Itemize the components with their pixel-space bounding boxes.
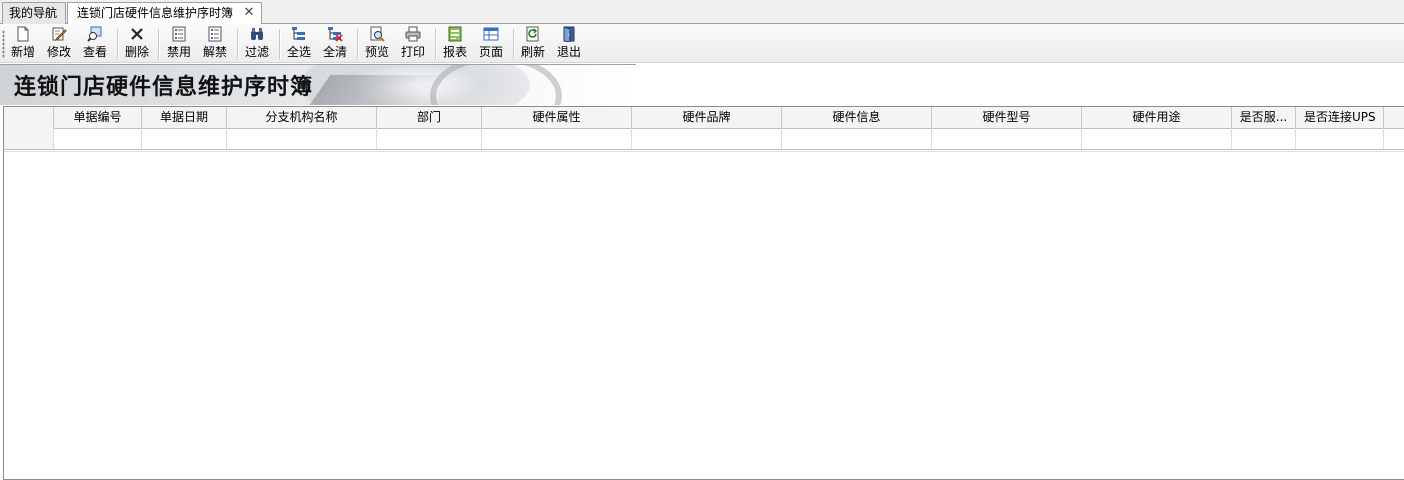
grid-footer-line [4,151,1404,152]
view-button[interactable]: 查看 [80,26,110,61]
tree-select-icon [291,26,307,42]
data-grid[interactable]: 单据编号 单据日期 分支机构名称 部门 硬件属性 硬件品牌 硬件信息 硬件型号 … [3,106,1404,480]
column-header[interactable]: 硬件属性 [482,107,632,128]
toolbar: 新增 修改 查看 删除 禁用 解禁 过滤 全选 全清 预览 打印 报表 页面 刷… [0,24,1404,63]
column-header[interactable]: 单据日期 [142,107,227,128]
column-header[interactable]: 部门 [377,107,482,128]
refresh-label: 刷新 [520,45,545,59]
report-icon [447,26,463,42]
grid-cell[interactable] [482,128,632,149]
tab-label: 连锁门店硬件信息维护序时簿 [77,6,234,20]
grid-cell[interactable] [142,128,227,149]
row-indicator[interactable] [4,128,54,149]
printer-icon [405,26,421,42]
select-all-button[interactable]: 全选 [284,26,314,61]
column-header[interactable]: 硬件品牌 [632,107,782,128]
column-header[interactable]: 是否连接UPS [1296,107,1384,128]
grid-cell[interactable] [377,128,482,149]
filter-label: 过滤 [244,45,269,59]
grid-cell[interactable] [54,128,142,149]
toolbar-grip[interactable] [2,30,5,58]
page-setup-icon [483,26,499,42]
table-row[interactable] [4,128,1404,150]
edit-button[interactable]: 修改 [44,26,74,61]
disable-label: 禁用 [166,45,191,59]
grid-cell[interactable] [1296,128,1384,149]
clear-all-label: 全清 [322,45,347,59]
tab-label: 我的导航 [9,6,58,20]
clear-all-button[interactable]: 全清 [320,26,350,61]
page-button[interactable]: 页面 [476,26,506,61]
list-icon [207,26,223,42]
grid-cell[interactable] [227,128,377,149]
banner-decoration [430,65,562,105]
toolbar-separator [158,29,160,59]
toolbar-separator [117,29,119,59]
edit-label: 修改 [46,45,71,59]
grid-header: 单据编号 单据日期 分支机构名称 部门 硬件属性 硬件品牌 硬件信息 硬件型号 … [4,107,1404,129]
report-label: 报表 [442,45,467,59]
column-header[interactable]: 硬件型号 [932,107,1082,128]
edit-icon [51,26,67,42]
column-header[interactable]: 单据编号 [54,107,142,128]
exit-button[interactable]: 退出 [554,26,584,61]
banner-decoration [309,75,451,105]
print-label: 打印 [400,45,425,59]
exit-label: 退出 [556,45,581,59]
grid-cell[interactable] [1232,128,1296,149]
toolbar-separator [435,29,437,59]
column-header[interactable]: 分支机构名称 [227,107,377,128]
select-all-label: 全选 [286,45,311,59]
tree-clear-icon [327,26,343,42]
list-icon [171,26,187,42]
binoculars-icon [249,26,265,42]
new-label: 新增 [10,45,35,59]
enable-label: 解禁 [202,45,227,59]
page-banner: 连锁门店硬件信息维护序时簿 [0,64,636,105]
column-header[interactable]: 硬件用途 [1082,107,1232,128]
toolbar-separator [279,29,281,59]
toolbar-separator [513,29,515,59]
refresh-button[interactable]: 刷新 [518,26,548,61]
page-title: 连锁门店硬件信息维护序时簿 [14,74,314,100]
new-document-icon [15,26,31,42]
new-button[interactable]: 新增 [8,26,38,61]
print-preview-icon [369,26,385,42]
toolbar-separator [237,29,239,59]
tab-hardware-register[interactable]: 连锁门店硬件信息维护序时簿 ✕ [67,2,262,25]
enable-button[interactable]: 解禁 [200,26,230,61]
close-icon[interactable]: ✕ [242,3,256,23]
delete-x-icon [129,26,145,42]
preview-button[interactable]: 预览 [362,26,392,61]
print-button[interactable]: 打印 [398,26,428,61]
column-header[interactable]: 硬件信息 [782,107,932,128]
exit-door-icon [561,26,577,43]
page-label: 页面 [478,45,503,59]
report-button[interactable]: 报表 [440,26,470,61]
row-indicator-header[interactable] [4,107,54,128]
filter-button[interactable]: 过滤 [242,26,272,61]
grid-cell[interactable] [932,128,1082,149]
tab-strip: 我的导航 连锁门店硬件信息维护序时簿 ✕ [0,0,1404,25]
disable-button[interactable]: 禁用 [164,26,194,61]
refresh-icon [525,26,541,42]
grid-cell[interactable] [632,128,782,149]
view-label: 查看 [82,45,107,59]
grid-cell[interactable] [782,128,932,149]
preview-label: 预览 [364,45,389,59]
delete-label: 删除 [124,45,149,59]
grid-footer-line [4,149,1404,150]
view-icon [87,26,103,42]
toolbar-separator [357,29,359,59]
delete-button[interactable]: 删除 [122,26,152,61]
column-header[interactable]: 是否服... [1232,107,1296,128]
grid-cell[interactable] [1082,128,1232,149]
tab-my-navigation[interactable]: 我的导航 [2,2,66,24]
